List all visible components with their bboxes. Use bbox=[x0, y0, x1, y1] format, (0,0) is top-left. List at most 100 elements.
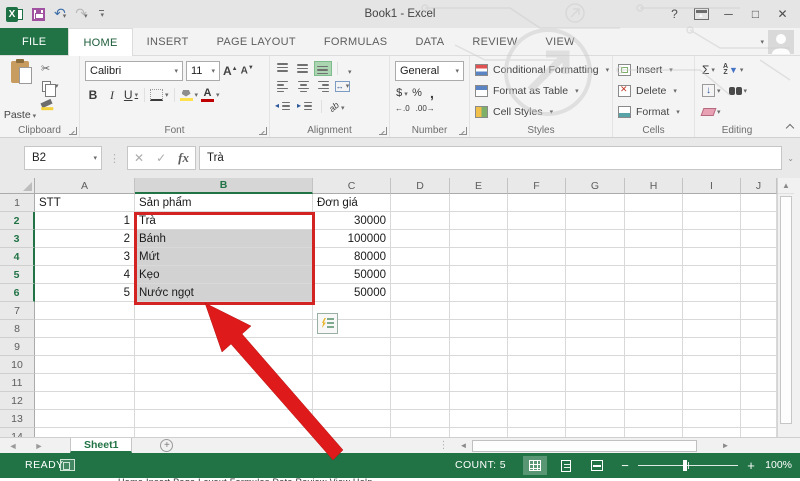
excel-logo-icon[interactable]: X bbox=[6, 7, 23, 22]
cell-A2[interactable]: 1 bbox=[35, 212, 135, 230]
cell-I11[interactable] bbox=[683, 374, 741, 392]
align-right-icon[interactable] bbox=[315, 80, 331, 93]
cell-I6[interactable] bbox=[683, 284, 741, 302]
cell-E9[interactable] bbox=[450, 338, 508, 356]
cell-E6[interactable] bbox=[450, 284, 508, 302]
close-icon[interactable]: ✕ bbox=[769, 0, 796, 28]
cell-A13[interactable] bbox=[35, 410, 135, 428]
row-header-5[interactable]: 5 bbox=[0, 266, 35, 284]
cell-D2[interactable] bbox=[391, 212, 450, 230]
sheet-tab-sheet1[interactable]: Sheet1 bbox=[70, 438, 132, 453]
cell-E13[interactable] bbox=[450, 410, 508, 428]
increase-font-size-icon[interactable]: A▲ bbox=[223, 64, 238, 78]
customize-quick-access-icon[interactable] bbox=[99, 10, 105, 19]
row-header-6[interactable]: 6 bbox=[0, 284, 35, 302]
cell-D6[interactable] bbox=[391, 284, 450, 302]
cut-icon[interactable]: ✂ bbox=[41, 62, 59, 75]
copy-icon[interactable] bbox=[41, 79, 59, 92]
cell-H3[interactable] bbox=[625, 230, 683, 248]
number-dialog-launcher-icon[interactable] bbox=[459, 127, 467, 135]
cell-D4[interactable] bbox=[391, 248, 450, 266]
cell-J7[interactable] bbox=[741, 302, 777, 320]
name-box-resize-handle[interactable]: ⋮ bbox=[109, 152, 120, 165]
cell-B14[interactable] bbox=[135, 428, 313, 437]
zoom-in-icon[interactable]: + bbox=[746, 459, 756, 472]
cell-J1[interactable] bbox=[741, 194, 777, 212]
clear-button[interactable] bbox=[702, 108, 721, 116]
cell-C14[interactable] bbox=[313, 428, 391, 437]
cell-B11[interactable] bbox=[135, 374, 313, 392]
help-icon[interactable]: ? bbox=[661, 0, 688, 28]
cell-C2[interactable]: 30000 bbox=[313, 212, 391, 230]
cell-A1[interactable]: STT bbox=[35, 194, 135, 212]
cell-G4[interactable] bbox=[566, 248, 625, 266]
cell-J12[interactable] bbox=[741, 392, 777, 410]
cell-E11[interactable] bbox=[450, 374, 508, 392]
cell-H6[interactable] bbox=[625, 284, 683, 302]
row-header-7[interactable]: 7 bbox=[0, 302, 35, 320]
cell-H8[interactable] bbox=[625, 320, 683, 338]
font-size-select[interactable]: 11 bbox=[186, 61, 220, 81]
cell-F11[interactable] bbox=[508, 374, 566, 392]
collapse-ribbon-icon[interactable] bbox=[786, 123, 794, 131]
sort-filter-button[interactable]: AZ▼ bbox=[723, 64, 744, 76]
cell-I9[interactable] bbox=[683, 338, 741, 356]
fill-button[interactable]: ↓ bbox=[702, 84, 721, 97]
cell-H4[interactable] bbox=[625, 248, 683, 266]
row-header-9[interactable]: 9 bbox=[0, 338, 35, 356]
save-icon[interactable] bbox=[32, 8, 45, 21]
cell-H7[interactable] bbox=[625, 302, 683, 320]
account-dropdown-icon[interactable] bbox=[758, 38, 764, 46]
cell-J5[interactable] bbox=[741, 266, 777, 284]
row-header-10[interactable]: 10 bbox=[0, 356, 35, 374]
row-header-4[interactable]: 4 bbox=[0, 248, 35, 266]
row-header-13[interactable]: 13 bbox=[0, 410, 35, 428]
autosum-button[interactable]: Σ bbox=[702, 63, 715, 77]
cell-E12[interactable] bbox=[450, 392, 508, 410]
column-header-B[interactable]: B bbox=[135, 178, 313, 194]
page-break-view-icon[interactable] bbox=[585, 456, 609, 475]
cell-G9[interactable] bbox=[566, 338, 625, 356]
cell-B2[interactable]: Trà bbox=[135, 212, 313, 230]
macro-record-icon[interactable] bbox=[60, 459, 75, 471]
cell-I12[interactable] bbox=[683, 392, 741, 410]
cell-B5[interactable]: Kẹo bbox=[135, 266, 313, 284]
column-header-F[interactable]: F bbox=[508, 178, 566, 194]
font-color-icon[interactable]: A bbox=[201, 86, 220, 104]
undo-dropdown-icon[interactable] bbox=[61, 13, 67, 20]
percent-style-icon[interactable]: % bbox=[410, 87, 424, 99]
cell-C10[interactable] bbox=[313, 356, 391, 374]
cell-E7[interactable] bbox=[450, 302, 508, 320]
normal-view-icon[interactable] bbox=[523, 456, 547, 475]
cell-F7[interactable] bbox=[508, 302, 566, 320]
name-box[interactable]: B2 bbox=[24, 146, 102, 170]
cell-J14[interactable] bbox=[741, 428, 777, 437]
cell-E2[interactable] bbox=[450, 212, 508, 230]
cell-A11[interactable] bbox=[35, 374, 135, 392]
font-dialog-launcher-icon[interactable] bbox=[259, 127, 267, 135]
cell-I1[interactable] bbox=[683, 194, 741, 212]
expand-formula-bar-icon[interactable]: ⌄ bbox=[787, 154, 794, 163]
cell-B9[interactable] bbox=[135, 338, 313, 356]
cell-F13[interactable] bbox=[508, 410, 566, 428]
paste-button[interactable]: Paste bbox=[3, 59, 37, 123]
cell-A12[interactable] bbox=[35, 392, 135, 410]
cell-I14[interactable] bbox=[683, 428, 741, 437]
cell-A5[interactable]: 4 bbox=[35, 266, 135, 284]
cell-H14[interactable] bbox=[625, 428, 683, 437]
cancel-icon[interactable]: ✕ bbox=[134, 151, 144, 165]
bold-button[interactable]: B bbox=[85, 86, 101, 104]
top-align-icon[interactable] bbox=[275, 62, 291, 75]
insert-button[interactable]: Insert bbox=[616, 59, 691, 80]
cell-E10[interactable] bbox=[450, 356, 508, 374]
font-name-select[interactable]: Calibri bbox=[85, 61, 183, 81]
format-as-table-button[interactable]: Format as Table bbox=[473, 80, 609, 101]
tab-insert[interactable]: INSERT bbox=[133, 28, 203, 55]
cell-E8[interactable] bbox=[450, 320, 508, 338]
cell-G8[interactable] bbox=[566, 320, 625, 338]
cell-F12[interactable] bbox=[508, 392, 566, 410]
cell-H10[interactable] bbox=[625, 356, 683, 374]
cell-I8[interactable] bbox=[683, 320, 741, 338]
scroll-right-icon[interactable]: ► bbox=[718, 440, 732, 452]
sheet-nav-right-icon[interactable]: ► bbox=[26, 438, 52, 453]
